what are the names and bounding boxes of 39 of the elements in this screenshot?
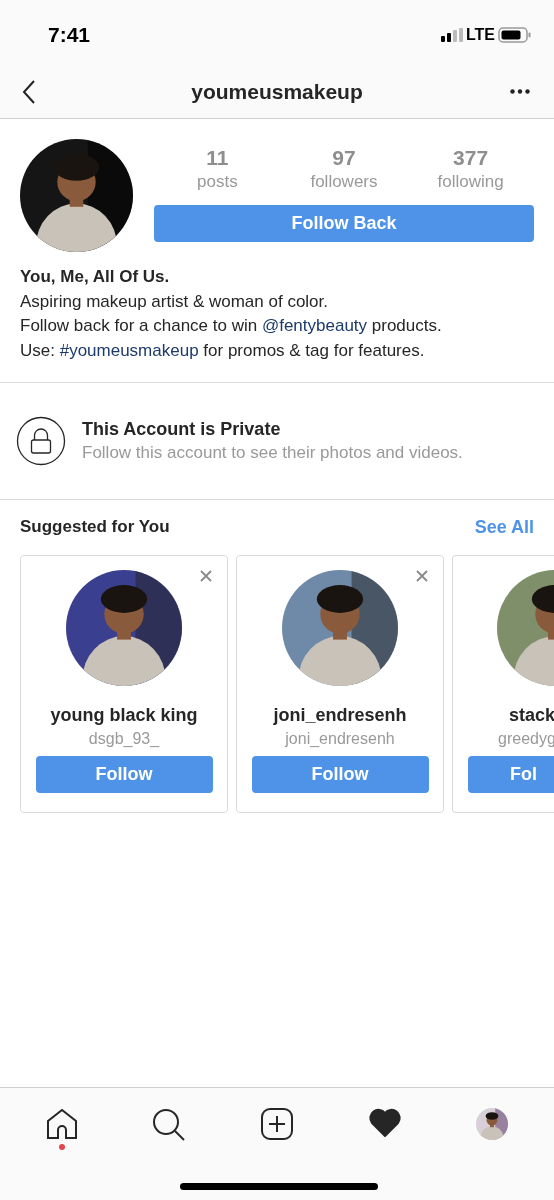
bio-text: Use: <box>20 340 56 360</box>
bio-text: Follow back for a chance to win <box>20 316 259 335</box>
see-all-link[interactable]: See All <box>474 513 534 541</box>
bio-text: for promos & tag for features. <box>202 340 425 360</box>
bio-name: You, Me, All Of Us. <box>20 266 171 288</box>
suggestion-handle: dsgb_93_ <box>88 729 160 749</box>
lock-icon <box>16 416 66 466</box>
stat-label: posts <box>197 171 238 193</box>
stat-label: following <box>437 171 504 193</box>
stat-count: 97 <box>332 145 356 171</box>
suggestion-name: young black king <box>50 704 198 727</box>
suggestion-name: joni_endresenh <box>273 704 407 727</box>
back-icon <box>22 78 36 105</box>
suggestion-handle: joni_endresenh <box>285 729 395 749</box>
stat-label: followers <box>310 171 378 193</box>
close-button[interactable] <box>199 569 213 583</box>
more-icon <box>510 89 530 94</box>
stat-count: 377 <box>453 145 489 171</box>
bio-link[interactable]: @fentybeauty <box>261 316 368 335</box>
bio-text: products. <box>370 316 442 335</box>
battery-icon <box>498 26 532 43</box>
signal-icon <box>440 27 463 42</box>
status-time: 7:41 <box>48 21 91 48</box>
stat-count: 11 <box>206 145 229 171</box>
suggestion-handle: greedyg <box>498 729 554 749</box>
profile-username: youmeusmakeup <box>191 78 363 105</box>
section-title: Suggested for You <box>20 516 170 539</box>
private-title: This Account is Private <box>82 418 282 441</box>
follow-button[interactable]: Follow <box>251 756 429 793</box>
close-button[interactable] <box>415 569 429 583</box>
close-icon <box>415 569 429 583</box>
follow-back-button[interactable]: Follow Back <box>154 205 534 242</box>
private-subtitle: Follow this account to see their photos and videos. <box>82 442 463 464</box>
bio-text: Aspiring makeup artist & woman of color. <box>20 291 329 311</box>
network-label: LTE <box>465 24 495 45</box>
follow-button[interactable]: Fol <box>468 756 554 793</box>
follow-button[interactable]: Follow <box>35 756 213 793</box>
close-icon <box>199 569 213 583</box>
bio-link[interactable]: #youmeusmakeup <box>59 340 199 360</box>
